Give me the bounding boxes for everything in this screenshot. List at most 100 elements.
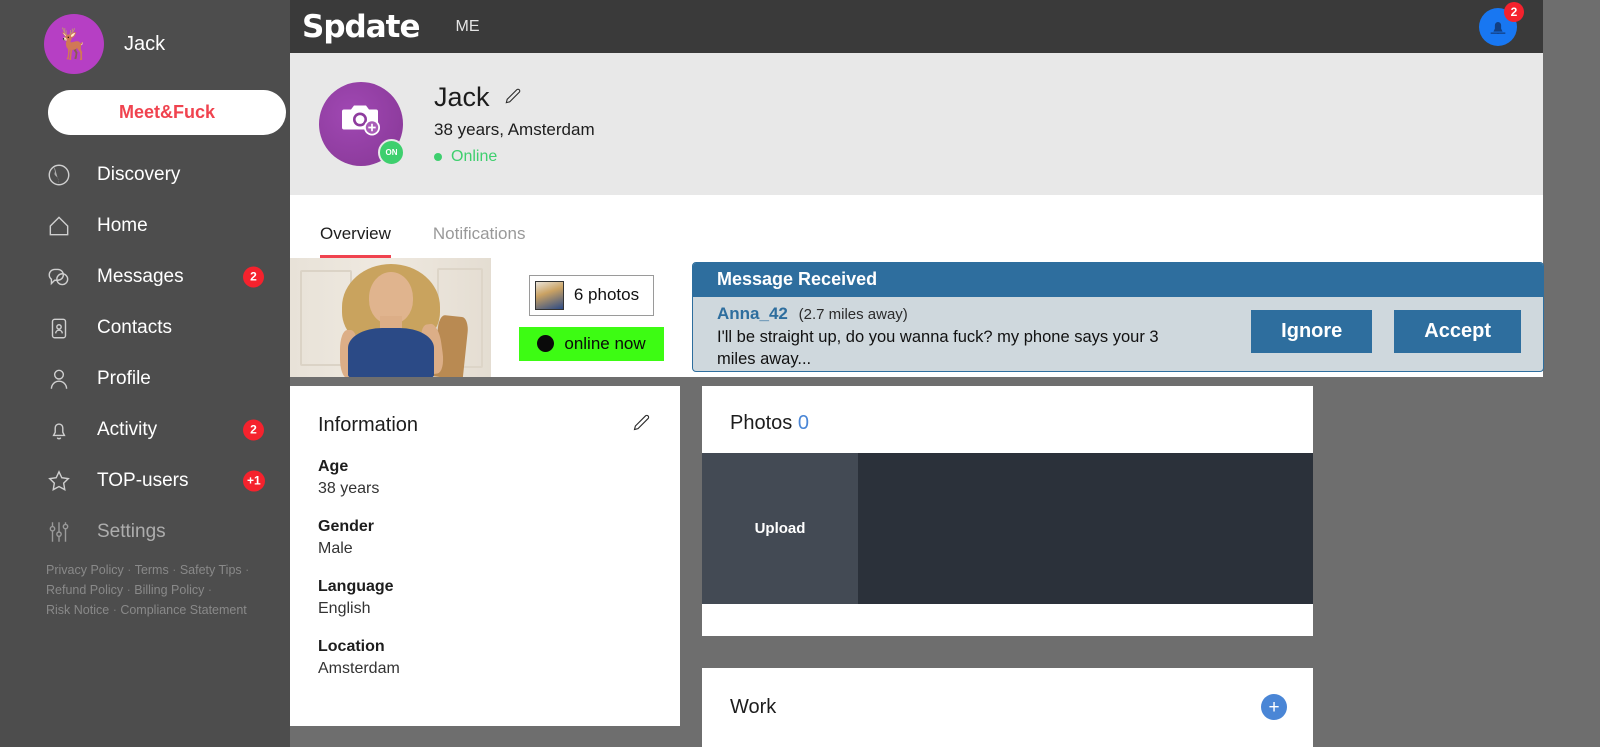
sidebar-badge-messages: 2 [243,266,264,287]
upload-button[interactable]: Upload [702,453,858,604]
profile-summary: Jack 38 years, Amsterdam Online [434,82,595,166]
sidebar-item-contacts[interactable]: Contacts [0,302,290,353]
photos-strip: Upload [702,453,1313,604]
footer-link-compliance-statement[interactable]: Compliance Statement [120,603,246,617]
info-field-location: Location Amsterdam [290,638,680,678]
photos-count-label: 6 photos [573,285,640,304]
pencil-icon[interactable] [503,82,523,113]
online-now-label: online now [564,333,646,353]
work-card: Work + [702,668,1313,747]
home-icon [44,211,74,241]
info-field-value: 38 years [318,480,380,497]
online-badge: ON [378,139,405,166]
sidebar-item-profile[interactable]: Profile [0,353,290,404]
profile-avatar-upload[interactable]: ON [319,82,405,166]
ad-badges: 6 photos online now [491,258,692,377]
information-title: Information [318,413,419,436]
camera-add-icon [338,100,384,145]
info-field-value: Male [318,540,353,557]
sidebar-item-label: Settings [97,520,166,542]
deer-icon: 🦌 [55,28,93,62]
star-icon [44,466,74,496]
work-title: Work [730,695,777,718]
ignore-button[interactable]: Ignore [1251,310,1373,353]
notifications-badge: 2 [1504,1,1524,22]
message-received-banner: Message Received Anna_42 (2.7 miles away… [692,262,1544,372]
tab-bar: Overview Notifications [290,195,1543,258]
tab-overview[interactable]: Overview [320,224,391,258]
plus-icon[interactable]: + [1261,694,1287,720]
sidebar: 🦌 Jack Meet&Fuck Discovery Home Messages… [0,0,290,747]
advertisement-strip: 6 photos online now Message Received Ann… [290,258,1544,377]
pencil-icon[interactable] [631,412,652,438]
information-card: Information Age 38 years Gender Male Lan… [290,386,680,726]
sidebar-item-label: Messages [97,265,184,287]
app-logo[interactable]: Spdate [302,9,420,45]
sidebar-badge-top-users: +1 [243,470,265,491]
banner-text: Anna_42 (2.7 miles away) I'll be straigh… [717,304,1251,370]
online-dot-icon [537,335,555,352]
chat-icon [44,262,74,292]
photos-card-header: Photos 0 [702,386,1313,435]
photos-count: 0 [797,412,809,434]
banner-username[interactable]: Anna_42 [717,304,788,323]
notifications-button[interactable]: 2 [1479,1,1524,46]
page-title: Jack [434,82,490,112]
info-field-key: Gender [318,518,375,535]
sidebar-item-label: Discovery [97,163,181,185]
status-dot-icon [434,153,442,161]
globe-icon [44,160,74,190]
sidebar-item-label: Activity [97,418,158,440]
sidebar-item-discovery[interactable]: Discovery [0,149,290,200]
person-icon [44,364,74,394]
accept-button[interactable]: Accept [1394,310,1521,353]
sidebar-item-label: Contacts [97,316,172,338]
info-field-key: Age [318,458,349,475]
online-now-pill[interactable]: online now [519,326,664,361]
contact-card-icon [44,313,74,343]
footer-link-risk-notice[interactable]: Risk Notice [46,603,109,617]
meet-and-fuck-button[interactable]: Meet&Fuck [48,90,286,135]
ad-photo[interactable] [290,258,491,377]
info-field-value: Amsterdam [318,660,400,677]
sidebar-item-label: Home [97,214,148,236]
sidebar-item-settings[interactable]: Settings [0,506,290,557]
banner-actions: Ignore Accept [1251,310,1521,353]
sliders-icon [44,517,74,547]
sidebar-profile[interactable]: 🦌 Jack [0,0,290,74]
banner-distance: (2.7 miles away) [798,306,908,323]
sidebar-nav: Discovery Home Messages 2 Contacts Profi… [0,149,290,557]
banner-header: Message Received [693,263,1543,297]
bell-icon [44,415,74,445]
sidebar-item-label: Profile [97,367,151,389]
photos-title: Photos [730,412,793,434]
sidebar-item-activity[interactable]: Activity 2 [0,404,290,455]
footer-link-refund-policy[interactable]: Refund Policy [46,583,123,597]
sidebar-item-top-users[interactable]: TOP-users +1 [0,455,290,506]
avatar[interactable]: 🦌 [44,14,104,74]
banner-body: Anna_42 (2.7 miles away) I'll be straigh… [693,297,1543,370]
info-field-key: Location [318,638,385,655]
sidebar-user-name: Jack [124,32,166,55]
tab-notifications[interactable]: Notifications [433,224,526,258]
footer-link-privacy-policy[interactable]: Privacy Policy [46,563,124,577]
sidebar-item-home[interactable]: Home [0,200,290,251]
info-field-age: Age 38 years [290,458,680,498]
status-badge: Online [451,148,498,165]
info-field-language: Language English [290,578,680,618]
info-field-gender: Gender Male [290,518,680,558]
banner-message: I'll be straight up, do you wanna fuck? … [717,328,1159,368]
photos-card: Photos 0 Upload [702,386,1313,636]
photos-count-pill[interactable]: 6 photos [528,274,655,316]
ad-photo-body [348,328,434,377]
sidebar-item-label: TOP-users [97,469,189,491]
footer-link-safety-tips[interactable]: Safety Tips [180,563,242,577]
top-bar: Spdate ME 2 [290,0,1543,53]
footer-link-billing-policy[interactable]: Billing Policy [134,583,204,597]
photo-thumbnail [534,280,564,310]
footer-link-terms[interactable]: Terms [135,563,169,577]
profile-header: ON Jack 38 years, Amsterdam Online [290,53,1543,195]
me-link[interactable]: ME [455,18,479,36]
sidebar-item-messages[interactable]: Messages 2 [0,251,290,302]
profile-details: 38 years, Amsterdam [434,120,595,139]
